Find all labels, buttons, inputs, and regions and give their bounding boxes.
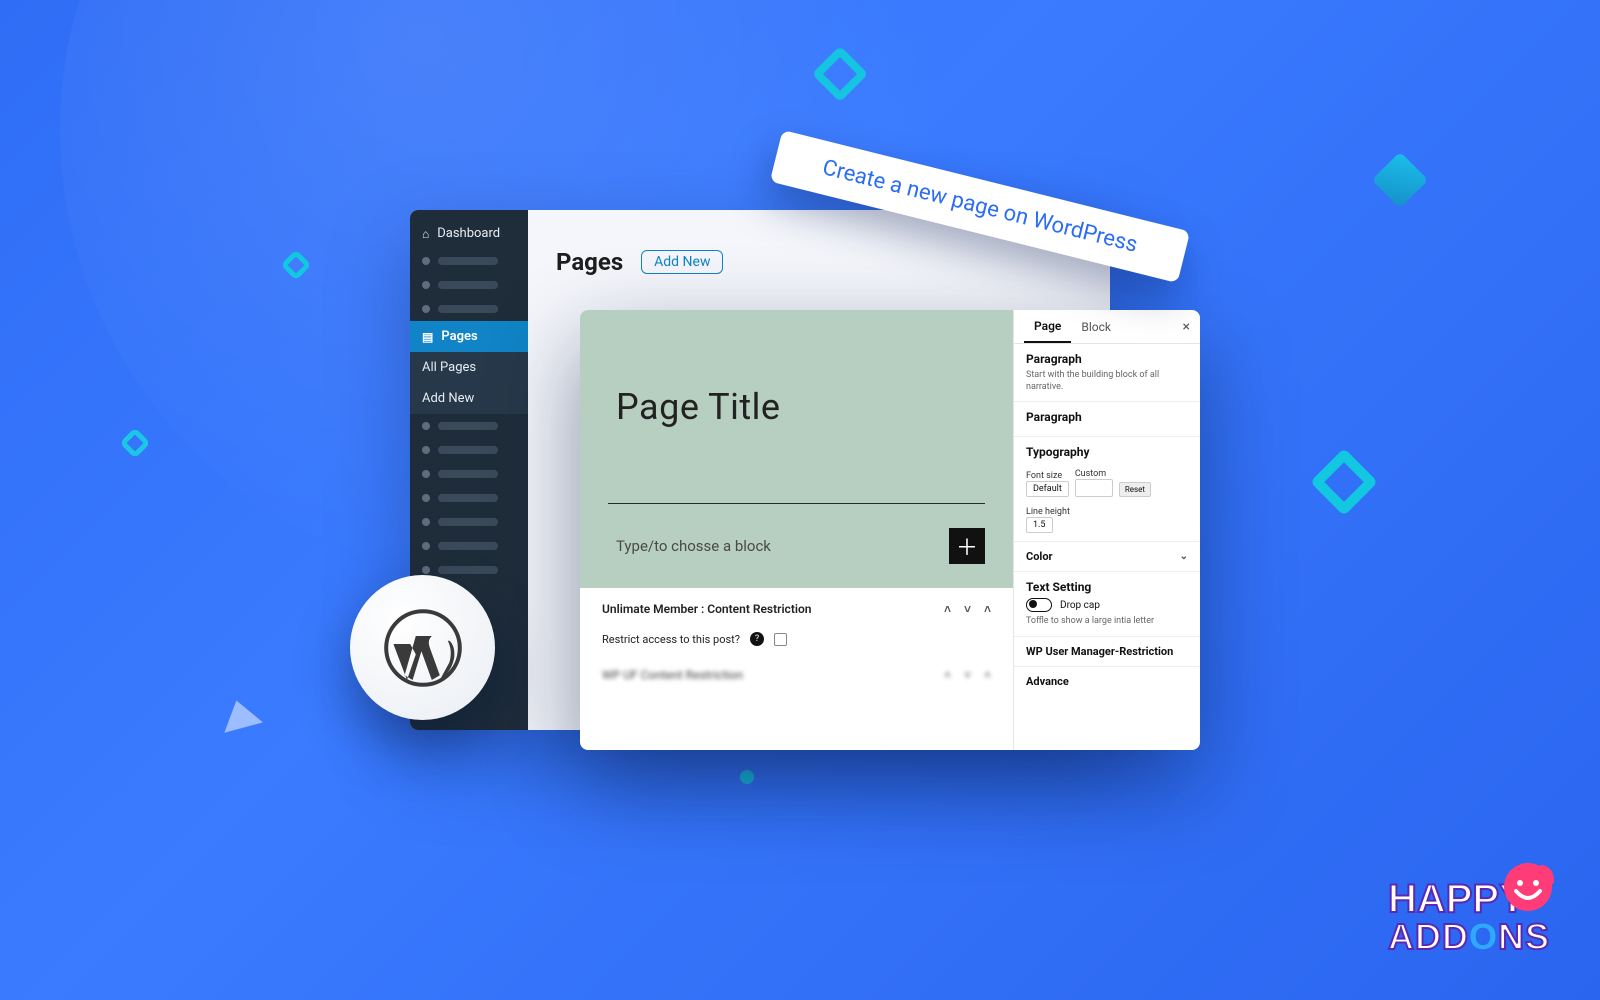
custom-size-input[interactable] bbox=[1075, 479, 1113, 497]
block-editor-window: Page Title Type/to chosse a block ＋ Unli… bbox=[580, 310, 1200, 750]
decor-dot bbox=[740, 770, 754, 784]
section-heading: Advance bbox=[1026, 675, 1069, 688]
sidebar-label: Dashboard bbox=[437, 226, 500, 241]
decor-diamond-solid bbox=[1372, 152, 1429, 209]
block-prompt-text: Type/to chosse a block bbox=[616, 537, 771, 555]
sidebar-item-placeholder[interactable] bbox=[410, 462, 528, 486]
chevron-down-icon[interactable]: ˅ bbox=[964, 668, 971, 682]
metabox-ultimate-member[interactable]: Unlimate Member : Content Restriction ˄ … bbox=[602, 602, 991, 616]
custom-label: Custom bbox=[1075, 469, 1113, 479]
chevron-up-icon[interactable]: ˄ bbox=[984, 602, 991, 616]
pages-icon: ▤ bbox=[422, 330, 433, 344]
sidebar-item-placeholder[interactable] bbox=[410, 297, 528, 321]
chevron-up-icon[interactable]: ˄ bbox=[984, 668, 991, 682]
chevron-down-icon[interactable]: ˅ bbox=[964, 602, 971, 616]
editor-hero: Page Title Type/to chosse a block ＋ bbox=[580, 310, 1013, 588]
sidebar-item-placeholder[interactable] bbox=[410, 414, 528, 438]
section-heading: Typography bbox=[1026, 445, 1188, 459]
sidebar-item-placeholder[interactable] bbox=[410, 534, 528, 558]
section-paragraph: Paragraph Start with the building block … bbox=[1014, 344, 1200, 402]
metabox-wpuf[interactable]: WP UF Content Restriction ˄ ˅ ˄ bbox=[602, 668, 991, 682]
section-text-setting: Text Setting Drop cap Toffle to show a l… bbox=[1014, 572, 1200, 637]
metabox-controls: ˄ ˅ ˄ bbox=[934, 668, 991, 682]
wordpress-icon bbox=[383, 608, 463, 688]
happy-addons-logo: HAPPY ADDONS bbox=[1388, 877, 1550, 958]
metabox-title: WP UF Content Restriction bbox=[602, 668, 743, 682]
inspector-panel: Page Block × Paragraph Start with the bu… bbox=[1014, 310, 1200, 750]
chevron-down-icon: ⌄ bbox=[1180, 551, 1188, 562]
metabox-area: Unlimate Member : Content Restriction ˄ … bbox=[580, 588, 1013, 690]
sidebar-item-placeholder[interactable] bbox=[410, 273, 528, 297]
decor-triangle bbox=[217, 695, 263, 732]
section-heading: Paragraph bbox=[1026, 410, 1188, 424]
happy-face-icon bbox=[1498, 855, 1558, 915]
section-color[interactable]: Color ⌄ bbox=[1014, 542, 1200, 572]
promo-canvas: ⌂ Dashboard ▤ Pages All Pages Add New Pa… bbox=[0, 0, 1600, 1000]
decor-diamond bbox=[1310, 448, 1378, 516]
drop-cap-label: Drop cap bbox=[1060, 600, 1100, 611]
chevron-up-icon[interactable]: ˄ bbox=[944, 602, 951, 616]
help-icon[interactable]: ? bbox=[750, 632, 764, 646]
sidebar-item-pages[interactable]: ▤ Pages bbox=[410, 321, 528, 352]
page-title-input[interactable]: Page Title bbox=[580, 310, 1013, 503]
editor-main: Page Title Type/to chosse a block ＋ Unli… bbox=[580, 310, 1014, 750]
section-wp-user-manager[interactable]: WP User Manager-Restriction bbox=[1014, 637, 1200, 667]
page-heading: Pages bbox=[556, 248, 623, 276]
section-paragraph2: Paragraph bbox=[1014, 402, 1200, 437]
sidebar-item-placeholder[interactable] bbox=[410, 438, 528, 462]
tab-block[interactable]: Block bbox=[1071, 310, 1121, 343]
lineheight-input[interactable]: 1.5 bbox=[1026, 517, 1053, 533]
sidebar-item-placeholder[interactable] bbox=[410, 510, 528, 534]
font-size-label: Font size bbox=[1026, 471, 1069, 481]
decor-diamond bbox=[119, 427, 150, 458]
metabox-title: Unlimate Member : Content Restriction bbox=[602, 602, 811, 616]
sidebar-label: Pages bbox=[441, 329, 477, 344]
sidebar-item-placeholder[interactable] bbox=[410, 249, 528, 273]
restrict-checkbox[interactable] bbox=[774, 633, 787, 646]
restrict-label: Restrict access to this post? bbox=[602, 633, 740, 646]
add-block-button[interactable]: ＋ bbox=[949, 528, 985, 564]
section-advance[interactable]: Advance bbox=[1014, 667, 1200, 696]
metabox-controls: ˄ ˅ ˄ bbox=[934, 602, 991, 616]
section-sub: Start with the building block of all nar… bbox=[1026, 370, 1188, 393]
drop-cap-toggle[interactable] bbox=[1026, 598, 1052, 612]
lineheight-label: Line height bbox=[1026, 507, 1188, 517]
section-heading: Color bbox=[1026, 550, 1053, 563]
sidebar-item-placeholder[interactable] bbox=[410, 486, 528, 510]
sidebar-sub-all-pages[interactable]: All Pages bbox=[410, 352, 528, 383]
brand-line2: ADDONS bbox=[1388, 916, 1550, 958]
chevron-up-icon[interactable]: ˄ bbox=[944, 668, 951, 682]
wordpress-logo-badge bbox=[350, 575, 495, 720]
tab-page[interactable]: Page bbox=[1024, 310, 1071, 343]
reset-button[interactable]: Reset bbox=[1119, 482, 1151, 497]
section-heading: Paragraph bbox=[1026, 352, 1188, 366]
section-heading: WP User Manager-Restriction bbox=[1026, 645, 1173, 658]
section-heading: Text Setting bbox=[1026, 580, 1188, 594]
sidebar-item-dashboard[interactable]: ⌂ Dashboard bbox=[410, 218, 528, 249]
block-prompt[interactable]: Type/to chosse a block ＋ bbox=[580, 504, 1013, 588]
drop-cap-help: Toffle to show a large intia letter bbox=[1026, 616, 1188, 628]
sidebar-sub-add-new[interactable]: Add New bbox=[410, 383, 528, 414]
section-typography: Typography Font size Default Custom Rese… bbox=[1014, 437, 1200, 542]
close-icon[interactable]: × bbox=[1183, 319, 1190, 335]
restrict-access-row: Restrict access to this post? ? bbox=[602, 632, 991, 646]
font-size-select[interactable]: Default bbox=[1026, 481, 1069, 497]
dashboard-icon: ⌂ bbox=[422, 227, 429, 241]
plus-icon: ＋ bbox=[956, 530, 978, 562]
inspector-tabs: Page Block × bbox=[1014, 310, 1200, 344]
add-new-button[interactable]: Add New bbox=[641, 250, 723, 274]
